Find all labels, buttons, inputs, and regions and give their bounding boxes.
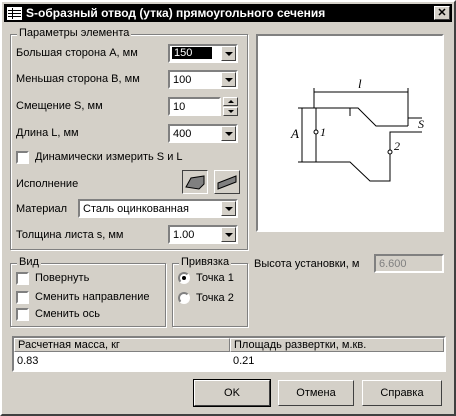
length-l-value: 400 xyxy=(173,128,192,140)
point2-radio[interactable] xyxy=(178,292,190,304)
bend-shape-1-icon xyxy=(185,175,205,190)
side-b-combo[interactable]: 100 xyxy=(168,70,238,89)
mass-column-header: Расчетная масса, кг xyxy=(14,338,230,352)
area-column-header: Площадь развертки, м.кв. xyxy=(230,338,444,352)
rotate-checkbox[interactable] xyxy=(16,272,29,285)
change-direction-label: Сменить направление xyxy=(35,291,150,303)
offset-s-value: 10 xyxy=(173,101,186,113)
install-height-input[interactable]: 6.600 xyxy=(374,254,444,273)
ok-button[interactable]: OK xyxy=(193,379,271,407)
offset-s-spinner[interactable] xyxy=(223,97,238,116)
point1-radio[interactable] xyxy=(178,272,190,284)
install-height-value: 6.600 xyxy=(379,258,407,270)
chevron-down-icon[interactable] xyxy=(221,126,236,141)
ok-button-label: OK xyxy=(224,387,240,399)
help-button-label: Справка xyxy=(380,387,424,399)
dialog-window: S-образный отвод (утка) прямоугольного с… xyxy=(0,0,456,416)
spin-up-icon[interactable] xyxy=(223,97,238,106)
execution-variant-1-button[interactable] xyxy=(182,170,208,194)
chevron-down-icon[interactable] xyxy=(221,227,236,242)
point1-label: Точка 1 xyxy=(196,272,234,284)
length-l-label: Длина L, мм xyxy=(16,127,79,139)
offset-s-input[interactable]: 10 xyxy=(168,97,221,116)
cancel-button[interactable]: Отмена xyxy=(278,380,354,406)
change-axis-label: Сменить ось xyxy=(35,308,101,320)
window-title: S-образный отвод (утка) прямоугольного с… xyxy=(26,6,326,20)
title-bar: S-образный отвод (утка) прямоугольного с… xyxy=(4,4,452,22)
preview-drawing: l A S 1 2 xyxy=(256,34,444,232)
close-icon: ✕ xyxy=(437,6,447,19)
offset-s-label: Смещение S, мм xyxy=(16,100,103,112)
side-a-value: 150 xyxy=(172,47,212,59)
side-b-label: Меньшая сторона B, мм xyxy=(16,73,140,85)
thickness-combo[interactable]: 1.00 xyxy=(168,225,238,244)
chevron-down-icon[interactable] xyxy=(221,46,236,61)
drawing-label-a: A xyxy=(290,126,299,141)
drawing-point-2: 2 xyxy=(394,139,400,153)
drawing-label-l: l xyxy=(358,76,362,91)
table-icon xyxy=(7,6,22,20)
material-value: Сталь оцинкованная xyxy=(83,203,189,215)
view-group-title: Вид xyxy=(17,256,41,268)
params-group-title: Параметры элемента xyxy=(17,27,132,39)
spin-down-icon[interactable] xyxy=(223,107,238,116)
help-button[interactable]: Справка xyxy=(362,380,442,406)
change-direction-checkbox[interactable] xyxy=(16,291,29,304)
close-button[interactable]: ✕ xyxy=(434,6,450,20)
dynamic-measure-checkbox[interactable] xyxy=(16,151,29,164)
rotate-label: Повернуть xyxy=(35,272,90,284)
results-table: Расчетная масса, кг Площадь развертки, м… xyxy=(12,336,446,372)
execution-variant-2-button[interactable] xyxy=(214,170,240,194)
length-l-combo[interactable]: 400 xyxy=(168,124,238,143)
material-label: Материал xyxy=(16,203,67,215)
s-bend-drawing: l A S 1 2 xyxy=(290,76,424,182)
cancel-button-label: Отмена xyxy=(296,387,336,399)
chevron-down-icon[interactable] xyxy=(221,72,236,87)
dynamic-measure-label: Динамически измерить S и L xyxy=(35,151,183,163)
chevron-down-icon[interactable] xyxy=(221,201,236,216)
execution-label: Исполнение xyxy=(16,178,79,190)
install-height-label: Высота установки, м xyxy=(254,258,360,270)
bend-shape-2-icon xyxy=(217,175,237,190)
area-value: 0.21 xyxy=(233,355,255,367)
thickness-label: Толщина листа s, мм xyxy=(16,229,124,241)
material-combo[interactable]: Сталь оцинкованная xyxy=(78,199,238,218)
drawing-point-1: 1 xyxy=(320,125,326,139)
side-a-combo[interactable]: 150 xyxy=(168,44,238,63)
change-axis-checkbox[interactable] xyxy=(16,308,29,321)
point2-label: Точка 2 xyxy=(196,292,234,304)
binding-group-title: Привязка xyxy=(179,256,232,268)
drawing-label-s: S xyxy=(418,117,424,131)
mass-value: 0.83 xyxy=(17,355,39,367)
side-a-label: Большая сторона A, мм xyxy=(16,47,138,59)
side-b-value: 100 xyxy=(173,74,192,86)
thickness-value: 1.00 xyxy=(173,229,195,241)
